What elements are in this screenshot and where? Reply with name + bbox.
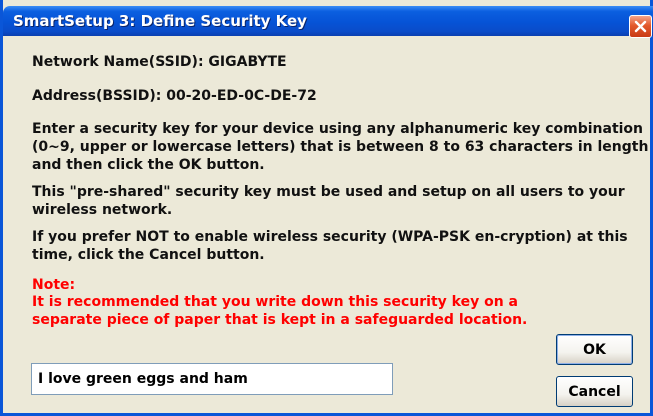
prefer-not-line-2: time, click the Cancel button. — [32, 247, 265, 263]
note-label: Note: — [32, 277, 76, 293]
title-bar[interactable]: SmartSetup 3: Define Security Key — [3, 6, 653, 38]
note-line-1: It is recommended that you write down th… — [32, 294, 519, 310]
close-button[interactable] — [629, 15, 652, 38]
preshared-line-1: This "pre-shared" security key must be u… — [32, 184, 625, 200]
security-key-dialog: SmartSetup 3: Define Security Key Networ… — [0, 0, 653, 416]
security-key-input[interactable] — [31, 363, 393, 395]
network-name-text: Network Name(SSID): GIGABYTE — [32, 54, 287, 70]
dialog-title: SmartSetup 3: Define Security Key — [13, 12, 307, 30]
instructions-line-2: (0~9, upper or lowercase letters) that i… — [32, 139, 649, 155]
ok-button[interactable]: OK — [556, 334, 633, 365]
dialog-content: Network Name(SSID): GIGABYTE Address(BSS… — [3, 36, 650, 413]
prefer-not-line-1: If you prefer NOT to enable wireless sec… — [32, 229, 628, 245]
close-icon — [634, 20, 647, 33]
instructions-line-3: and then click the OK button. — [32, 157, 265, 173]
preshared-line-2: wireless network. — [32, 202, 173, 218]
instructions-line-1: Enter a security key for your device usi… — [32, 121, 644, 137]
cancel-button[interactable]: Cancel — [556, 376, 633, 407]
note-line-2: separate piece of paper that is kept in … — [32, 312, 528, 328]
address-text: Address(BSSID): 00-20-ED-0C-DE-72 — [32, 88, 317, 104]
